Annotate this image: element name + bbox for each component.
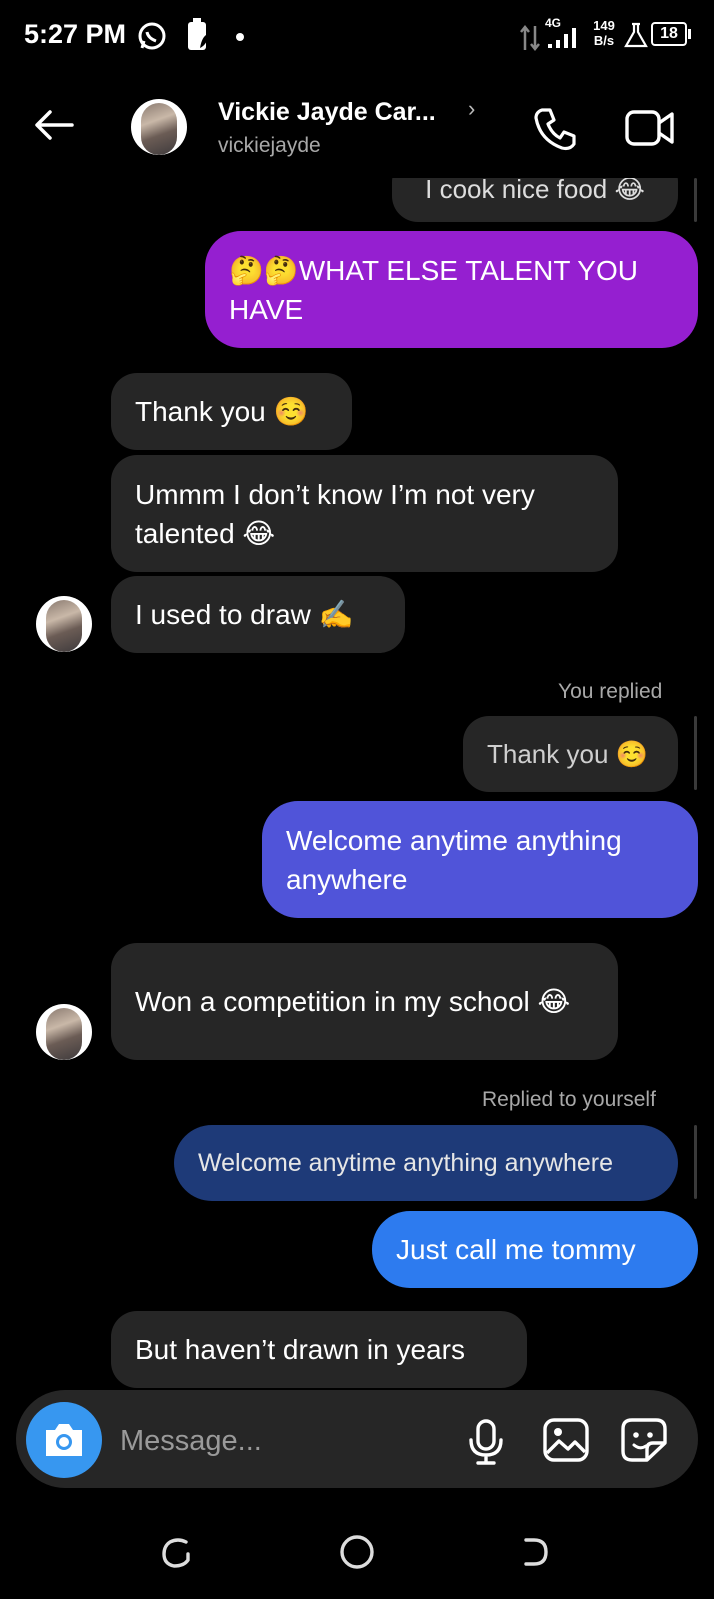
microphone-icon[interactable] xyxy=(466,1418,506,1466)
reply-bar xyxy=(694,716,697,790)
camera-button[interactable] xyxy=(26,1402,102,1478)
message-thread: I cook nice food 😂 🤔🤔WHAT ELSE TALENT YO… xyxy=(0,178,714,1388)
message-bubble-received[interactable]: Thank you ☺️ xyxy=(111,373,352,450)
quoted-message[interactable]: Thank you ☺️ xyxy=(463,716,678,792)
message-bubble-received[interactable]: But haven’t drawn in years xyxy=(111,1311,527,1388)
reply-bar xyxy=(694,178,697,222)
signal-icon xyxy=(548,28,576,48)
sticker-icon[interactable] xyxy=(620,1417,668,1463)
message-bubble-sent[interactable]: Just call me tommy xyxy=(372,1211,698,1288)
notification-dot xyxy=(236,33,244,41)
reply-label: Replied to yourself xyxy=(482,1088,656,1111)
quoted-message[interactable]: Welcome anytime anything anywhere xyxy=(174,1125,678,1201)
contact-name[interactable]: Vickie Jayde Car... xyxy=(218,98,436,127)
contact-username[interactable]: vickiejayde xyxy=(218,134,321,158)
gallery-icon[interactable] xyxy=(542,1417,590,1463)
message-input[interactable] xyxy=(118,1418,442,1464)
message-bubble-sent[interactable]: Welcome anytime anything anywhere xyxy=(262,801,698,918)
data-arrows-icon xyxy=(520,24,540,52)
battery-saver-icon xyxy=(188,18,208,50)
message-bubble-sent[interactable]: 🤔🤔WHAT ELSE TALENT YOU HAVE xyxy=(205,231,698,348)
message-bubble-received[interactable]: I used to draw ✍️ xyxy=(111,576,405,653)
status-bar: 5:27 PM 4G 149 B/s 18 xyxy=(0,0,714,72)
whatsapp-notification-icon xyxy=(138,22,166,50)
back-arrow-icon[interactable] xyxy=(30,100,80,150)
net-speed: 149 B/s xyxy=(590,18,618,48)
lab-flask-icon xyxy=(624,22,648,48)
camera-icon xyxy=(46,1424,82,1456)
battery-level: 18 xyxy=(651,22,687,46)
sender-avatar[interactable] xyxy=(36,596,92,652)
reply-bar xyxy=(694,1125,697,1199)
message-bubble-received[interactable]: Won a competition in my school 😂 xyxy=(111,943,618,1060)
message-bubble-received[interactable]: Ummm I don’t know I’m not very talented … xyxy=(111,455,618,572)
home-icon[interactable] xyxy=(338,1533,376,1571)
reply-label: You replied xyxy=(558,680,663,703)
contact-avatar[interactable] xyxy=(131,99,187,155)
recent-apps-icon[interactable] xyxy=(160,1534,196,1570)
sender-avatar[interactable] xyxy=(36,1004,92,1060)
back-nav-icon[interactable] xyxy=(516,1534,552,1570)
phone-icon[interactable] xyxy=(530,104,580,154)
message-bubble-received[interactable]: I cook nice food 😂 xyxy=(392,178,678,222)
battery-tip xyxy=(688,29,691,39)
status-time: 5:27 PM xyxy=(24,19,127,49)
video-camera-icon[interactable] xyxy=(624,106,678,150)
chat-header xyxy=(0,78,714,178)
net-speed-value: 149 xyxy=(593,18,615,33)
chevron-right-icon[interactable]: › xyxy=(468,96,475,122)
net-speed-unit: B/s xyxy=(593,33,615,48)
